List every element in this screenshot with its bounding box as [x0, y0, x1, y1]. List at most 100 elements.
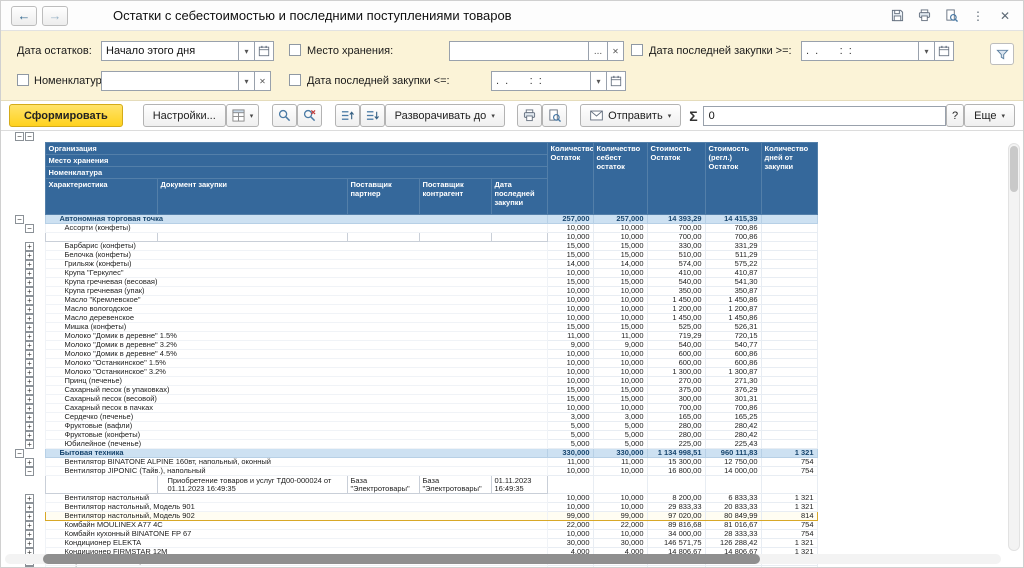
cell-days[interactable]	[760, 385, 818, 395]
cell-qty[interactable]: 9,000	[546, 340, 594, 350]
cell-days[interactable]	[760, 241, 818, 251]
cell-qty[interactable]: 15,000	[546, 322, 594, 332]
table-row[interactable]: + Крупа "Геркулес" 10,000 10,000 410,00 410,8…	[5, 268, 818, 278]
cell-cost[interactable]: 1 300,00	[646, 367, 706, 377]
cell-cost_regl[interactable]: 540,77	[704, 340, 762, 350]
cell-qty[interactable]: 14,000	[546, 259, 594, 269]
cell-qty_cost[interactable]: 11,000	[592, 331, 648, 341]
cell-cost_regl[interactable]: 280,42	[704, 421, 762, 431]
cell-cost_regl[interactable]: 20 833,33	[704, 502, 762, 512]
cell-cost_regl[interactable]: 81 016,67	[704, 520, 762, 530]
cell-days[interactable]	[760, 223, 818, 233]
expand-row-icon[interactable]: +	[25, 493, 34, 503]
cell-partner[interactable]: База "Электротовары"	[346, 475, 420, 494]
cell-qty_cost[interactable]: 10,000	[592, 376, 648, 386]
cell-days[interactable]	[760, 430, 818, 440]
cell-days[interactable]: 754	[760, 565, 818, 567]
expand-row-icon[interactable]: +	[25, 565, 34, 567]
table-row[interactable]: + Масло вологодское 10,000 10,000 1 200,00 1 …	[5, 304, 818, 314]
table-row[interactable]: + Фруктовые (вафли) 5,000 5,000 280,00 280,42	[5, 421, 818, 431]
cell-cost[interactable]: 574,00	[646, 259, 706, 269]
cell-days[interactable]: 754	[760, 529, 818, 539]
storage-checkbox[interactable]	[289, 44, 301, 56]
table-row[interactable]: + Сахарный песок в пачках 10,000 10,000 700,…	[5, 403, 818, 413]
cell-qty_cost[interactable]: 3,000	[592, 412, 648, 422]
cell-cost[interactable]: 410,00	[646, 268, 706, 278]
purchase-ge-checkbox[interactable]	[631, 44, 643, 56]
cell-qty_cost[interactable]: 22,000	[592, 520, 648, 530]
table-row[interactable]: + Молоко "Останкинское" 3.2% 10,000 10,000 1…	[5, 367, 818, 377]
cell-cost_regl[interactable]: 511,29	[704, 250, 762, 260]
cell-cost[interactable]: 700,00	[646, 232, 706, 242]
collapse-row-icon[interactable]: −	[25, 466, 34, 476]
cell-cost[interactable]: 270,00	[646, 376, 706, 386]
cell-cost_regl[interactable]: 301,31	[704, 394, 762, 404]
cell-qty[interactable]: 5,000	[546, 430, 594, 440]
expand-row-icon[interactable]: +	[25, 268, 34, 278]
cell-days[interactable]	[760, 421, 818, 431]
find-button[interactable]	[271, 104, 297, 127]
cell-cost_regl[interactable]: 350,87	[704, 286, 762, 296]
header-nomenclature[interactable]: Номенклатура	[44, 166, 548, 179]
cell-cost_regl[interactable]: 280,42	[704, 430, 762, 440]
cell-days[interactable]	[760, 376, 818, 386]
cell-cost_regl[interactable]: 126 288,42	[704, 538, 762, 548]
cell-cost[interactable]	[646, 475, 706, 494]
table-row[interactable]: − Ассорти (конфеты) 10,000 10,000 700,00 700,…	[5, 223, 818, 233]
cell-qty_cost[interactable]: 10,000	[592, 493, 648, 503]
table-row[interactable]: + Вентилятор BINATONE ALPINE 160вт, напол…	[5, 457, 818, 467]
cell-days[interactable]	[760, 358, 818, 368]
header-supplier-contragent[interactable]: Поставщик контрагент	[418, 178, 492, 215]
expand-row-icon[interactable]: +	[25, 322, 34, 332]
cell-qty_cost[interactable]: 15,000	[592, 277, 648, 287]
expand-groups-button[interactable]	[359, 104, 385, 127]
cell-days[interactable]: 1 321	[760, 448, 818, 458]
purchase-ge-dropdown-button[interactable]: ▾	[919, 41, 935, 61]
expand-row-icon[interactable]: +	[25, 286, 34, 296]
cell-qty[interactable]: 10,000	[546, 358, 594, 368]
more-button[interactable]: Еще ▾	[964, 104, 1016, 127]
cell-days[interactable]: 1 321	[760, 538, 818, 548]
table-row[interactable]: + Комбайн кухонный BINATONE FP 67 10,000 10…	[5, 529, 818, 539]
cell-name[interactable]: Бытовая техника	[44, 448, 548, 458]
header-cost[interactable]: Стоимость Остаток	[646, 142, 706, 215]
level-2-button[interactable]: −	[25, 132, 34, 141]
purchase-le-calendar-button[interactable]	[607, 71, 626, 91]
cell-qty[interactable]: 15,000	[546, 394, 594, 404]
cell-name[interactable]: Автономная торговая точка	[44, 214, 548, 224]
cell-qty[interactable]: 10,000	[546, 313, 594, 323]
cell-qty_cost[interactable]: 15,000	[592, 385, 648, 395]
cell-name[interactable]: Барбарис (конфеты)	[44, 241, 548, 251]
cell-name[interactable]: Молоко "Останкинское" 3.2%	[44, 367, 548, 377]
cell-cost[interactable]: 165,00	[646, 412, 706, 422]
cell-days[interactable]	[760, 331, 818, 341]
expand-row-icon[interactable]: +	[25, 358, 34, 368]
cell-cost[interactable]: 700,00	[646, 223, 706, 233]
autosum-button[interactable]: Σ	[689, 108, 697, 124]
cell-days[interactable]	[760, 268, 818, 278]
cell-qty[interactable]	[546, 475, 594, 494]
cell-qty[interactable]: 10,000	[546, 403, 594, 413]
cell-qty_cost[interactable]: 10,000	[592, 502, 648, 512]
cell-name[interactable]: Молоко "Домик в деревне" 4.5%	[44, 349, 548, 359]
expand-row-icon[interactable]: +	[25, 412, 34, 422]
cell-qty[interactable]: 10,000	[546, 268, 594, 278]
cell-name[interactable]: Кондиционер ELEKTA	[44, 538, 548, 548]
header-organization[interactable]: Организация	[44, 142, 548, 155]
cell-cost_regl[interactable]: 700,86	[704, 223, 762, 233]
titlebar-more-button[interactable]: ⋮	[970, 8, 986, 24]
horizontal-scrollbar-thumb[interactable]	[43, 554, 761, 564]
cell-name[interactable]: Вентилятор настольный, Модель 902	[44, 511, 548, 521]
expand-row-icon[interactable]: +	[25, 304, 34, 314]
cell-name[interactable]: Белочка (конфеты)	[44, 250, 548, 260]
cell-cost[interactable]: 700,00	[646, 403, 706, 413]
table-row[interactable]: + Белочка (конфеты) 15,000 15,000 510,00 511,…	[5, 250, 818, 260]
cell-cost[interactable]: 300,00	[646, 394, 706, 404]
cell-days[interactable]: 754	[760, 466, 818, 476]
cell-name[interactable]: Масло "Кремлевское"	[44, 295, 548, 305]
cell-qty_cost[interactable]: 10,000	[592, 295, 648, 305]
expand-row-icon[interactable]: +	[25, 439, 34, 449]
cell-qty_cost[interactable]: 15,000	[592, 322, 648, 332]
detail-row[interactable]: 10,000 10,000 700,00 700,86	[5, 232, 818, 242]
table-row[interactable]: + Кондиционер ELEKTA 30,000 30,000 146 571,7…	[5, 538, 818, 548]
